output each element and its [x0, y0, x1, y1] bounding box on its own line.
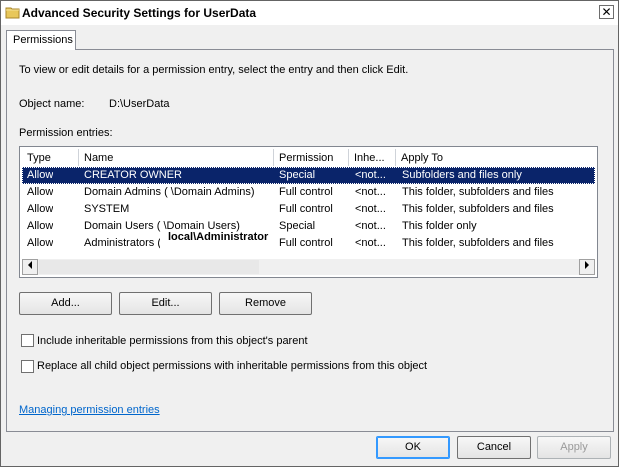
remove-button[interactable]: Remove: [219, 292, 312, 315]
cell-inherited: <not...: [355, 169, 386, 181]
cancel-button[interactable]: Cancel: [457, 436, 531, 459]
apply-button[interactable]: Apply: [537, 436, 611, 459]
cell-permission: Full control: [279, 186, 333, 198]
arrow-right-icon: [585, 261, 589, 269]
close-button[interactable]: ✕: [599, 5, 614, 19]
cell-permission: Special: [279, 169, 316, 181]
tab-permissions-label: Permissions: [13, 34, 73, 46]
column-header-permission[interactable]: Permission: [274, 149, 349, 166]
horizontal-scrollbar[interactable]: [22, 259, 595, 275]
cell-apply-to: This folder, subfolders and files: [402, 203, 554, 215]
list-header: Type Name Permission Inhe... Apply To: [22, 149, 595, 166]
title-bar: Advanced Security Settings for UserData …: [1, 1, 618, 25]
cell-apply-to: This folder only: [402, 220, 477, 232]
include-inheritable-label[interactable]: Include inheritable permissions from thi…: [37, 335, 308, 347]
cell-apply-to: This folder, subfolders and files: [402, 186, 554, 198]
cell-permission: Full control: [279, 237, 333, 249]
cell-apply-to: Subfolders and files only: [402, 169, 522, 181]
scroll-right-button[interactable]: [579, 259, 595, 275]
redaction-overlay-text: local\Administrator: [168, 231, 269, 243]
cell-name: Domain Admins ( \Domain Admins): [84, 186, 255, 198]
cell-type: Allow: [27, 169, 54, 181]
cell-name: SYSTEM: [84, 203, 130, 215]
managing-permission-entries-link[interactable]: Managing permission entries: [19, 404, 160, 416]
cell-type: Allow: [27, 237, 54, 249]
arrow-left-icon: [28, 261, 32, 269]
window-title: Advanced Security Settings for UserData: [22, 6, 257, 20]
cell-inherited: <not...: [355, 220, 386, 232]
column-header-apply-to[interactable]: Apply To: [396, 149, 595, 166]
permission-entries-label: Permission entries:: [19, 127, 113, 139]
tab-permissions[interactable]: Permissions: [6, 30, 76, 50]
cell-permission: Special: [279, 220, 316, 232]
cell-inherited: <not...: [355, 237, 386, 249]
column-header-name[interactable]: Name: [79, 149, 274, 166]
cell-inherited: <not...: [355, 203, 386, 215]
edit-button[interactable]: Edit...: [119, 292, 212, 315]
object-name-value: D:\UserData: [109, 98, 170, 110]
replace-child-checkbox[interactable]: [21, 360, 34, 373]
cell-type: Allow: [27, 203, 54, 215]
table-row[interactable]: Allow CREATOR OWNER Special <not... Subf…: [22, 167, 595, 184]
table-row[interactable]: Allow Administrators ( Full control <not…: [22, 231, 595, 252]
table-row[interactable]: Allow Domain Admins ( \Domain Admins) Fu…: [22, 184, 595, 201]
cell-apply-to: This folder, subfolders and files: [402, 237, 554, 249]
cell-name: Administrators (: [84, 237, 162, 249]
add-button[interactable]: Add...: [19, 292, 112, 315]
column-header-inherited[interactable]: Inhe...: [349, 149, 396, 166]
column-header-type[interactable]: Type: [22, 149, 79, 166]
close-icon: ✕: [601, 5, 612, 19]
scroll-left-button[interactable]: [22, 259, 38, 275]
replace-child-label[interactable]: Replace all child object permissions wit…: [37, 360, 427, 372]
cell-name: CREATOR OWNER: [84, 169, 182, 181]
cell-permission: Full control: [279, 203, 333, 215]
cell-type: Allow: [27, 186, 54, 198]
cell-inherited: <not...: [355, 186, 386, 198]
table-row[interactable]: Allow Domain Users ( \Domain Users) Spec…: [22, 218, 595, 235]
object-name-label: Object name:: [19, 98, 85, 110]
ok-button[interactable]: OK: [376, 436, 450, 459]
include-inheritable-checkbox[interactable]: [21, 334, 34, 347]
permission-entries-list[interactable]: Type Name Permission Inhe... Apply To Al…: [19, 146, 598, 278]
folder-icon: [5, 7, 20, 19]
cell-type: Allow: [27, 220, 54, 232]
table-row[interactable]: Allow SYSTEM Full control <not... This f…: [22, 201, 595, 218]
advanced-security-dialog: Advanced Security Settings for UserData …: [0, 0, 619, 467]
instructions-text: To view or edit details for a permission…: [19, 64, 409, 76]
scrollbar-thumb[interactable]: [39, 260, 259, 274]
